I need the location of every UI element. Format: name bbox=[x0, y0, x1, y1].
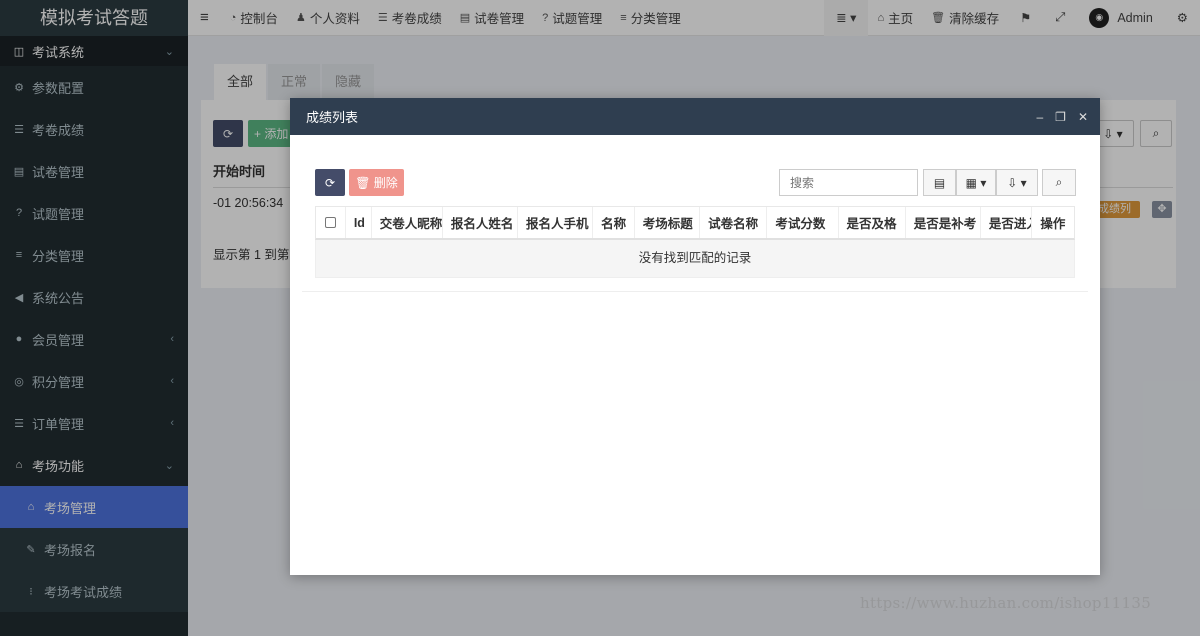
column-header-1[interactable]: 交卷人昵称 bbox=[372, 207, 443, 238]
maximize-icon[interactable]: ❐ bbox=[1055, 110, 1066, 124]
column-header-3[interactable]: 报名人手机 bbox=[518, 207, 594, 238]
modal-header[interactable]: 成绩列表 – ❐ ✕ bbox=[290, 98, 1100, 135]
modal-refresh-button[interactable]: ⟳ bbox=[315, 169, 345, 196]
modal-search-button[interactable]: ⌕ bbox=[1042, 169, 1076, 196]
column-header-7[interactable]: 考试分数 bbox=[767, 207, 839, 238]
checkbox-box bbox=[324, 217, 336, 228]
column-header-10[interactable]: 是否进入 bbox=[981, 207, 1033, 238]
column-header-0[interactable]: Id bbox=[346, 207, 372, 238]
columns-icon: ▦ ▾ bbox=[965, 175, 987, 190]
card-view-icon: ▤ bbox=[933, 175, 946, 190]
modal-delete-button[interactable]: 🗑 删除 bbox=[349, 169, 404, 196]
minimize-icon[interactable]: – bbox=[1036, 110, 1043, 124]
columns-dropdown-button[interactable]: ▦ ▾ bbox=[956, 169, 996, 196]
export-icon: ⇩ ▾ bbox=[1007, 175, 1027, 190]
modal-controls: – ❐ ✕ bbox=[1024, 98, 1088, 135]
close-icon[interactable]: ✕ bbox=[1078, 110, 1088, 124]
search-icon: ⌕ bbox=[1055, 175, 1063, 189]
refresh-icon: ⟳ bbox=[324, 175, 336, 190]
score-table: Id 交卷人昵称 报名人姓名 报名人手机 名称 考场标题 试卷名称 考试分数 是否及格 是否是补考… bbox=[315, 206, 1075, 278]
search-input[interactable] bbox=[779, 169, 918, 196]
watermark: https://www.huzhan.com/ishop11135 bbox=[860, 594, 1152, 612]
select-all-checkbox[interactable] bbox=[316, 207, 346, 238]
column-header-2[interactable]: 报名人姓名 bbox=[443, 207, 519, 238]
export-dropdown-button[interactable]: ⇩ ▾ bbox=[996, 169, 1038, 196]
table-toolbar-group: ▤ ▦ ▾ ⇩ ▾ bbox=[923, 169, 1038, 196]
toggle-view-button[interactable]: ▤ bbox=[923, 169, 956, 196]
table-header: Id 交卷人昵称 报名人姓名 报名人手机 名称 考场标题 试卷名称 考试分数 是否及格 是否是补考… bbox=[315, 206, 1075, 240]
column-header-5[interactable]: 考场标题 bbox=[635, 207, 701, 238]
empty-table-message: 没有找到匹配的记录 bbox=[315, 240, 1075, 278]
column-header-4[interactable]: 名称 bbox=[593, 207, 635, 238]
column-header-11[interactable]: 操作 bbox=[1032, 207, 1074, 238]
divider bbox=[302, 291, 1088, 292]
column-header-9[interactable]: 是否是补考 bbox=[906, 207, 981, 238]
modal-title: 成绩列表 bbox=[306, 110, 359, 125]
column-header-8[interactable]: 是否及格 bbox=[839, 207, 906, 238]
column-header-6[interactable]: 试卷名称 bbox=[700, 207, 768, 238]
score-list-modal: 成绩列表 – ❐ ✕ ⟳ 🗑 删除 ▤ ▦ ▾ ⇩ ▾ ⌕ Id交卷人昵称报名人… bbox=[290, 98, 1100, 575]
